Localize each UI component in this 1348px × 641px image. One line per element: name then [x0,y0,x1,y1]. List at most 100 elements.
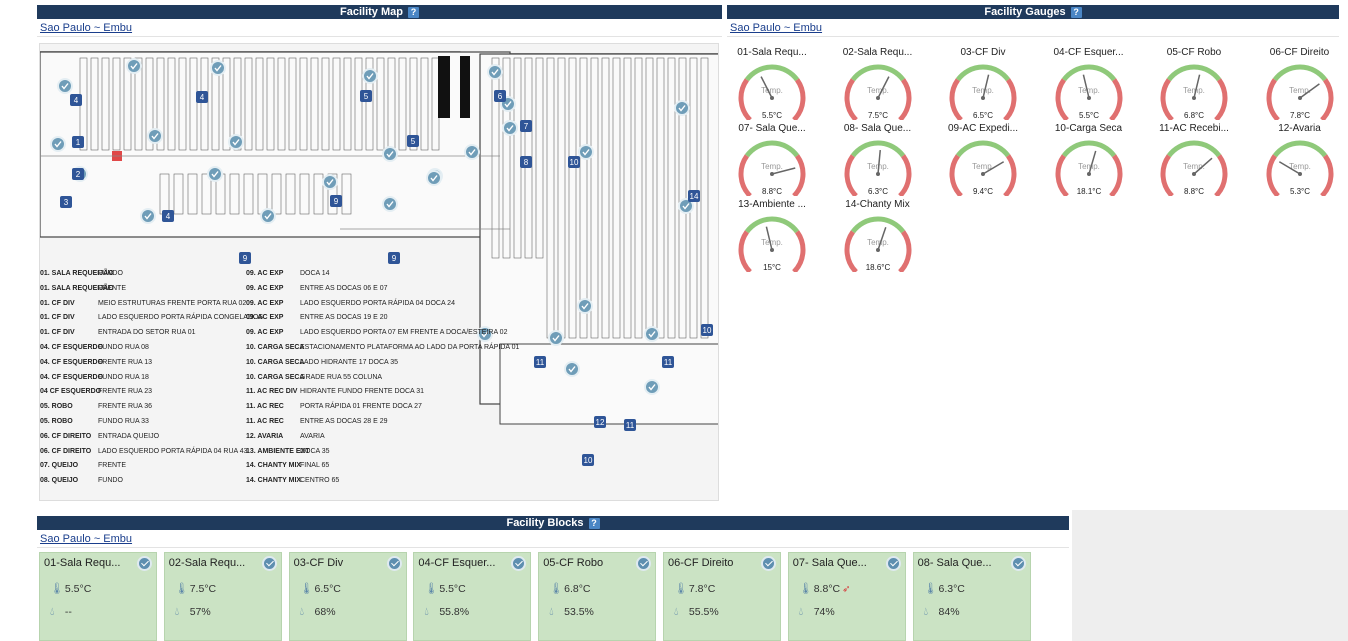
gauge[interactable]: 10-Carga Seca Temp. 18.1°C [1039,123,1139,199]
svg-text:5: 5 [411,137,416,146]
gauge-hub [1086,172,1091,176]
sensor-marker [382,146,398,162]
gauge[interactable]: 08- Sala Que... Temp.6.3°C [828,123,928,199]
gauge-value: 18.1°C [1076,187,1101,196]
legend-row: 01. CF DIV MEIO ESTRUTURAS FRENTE PORTA R… [40,297,263,312]
gauge-hub [1297,96,1302,100]
gauge[interactable]: 05-CF Robo Temp. 6.8°C [1144,47,1244,123]
gauge-value: 5.5°C [762,111,782,120]
gauge[interactable]: 09-AC Expedi... Temp. 9.4°C [933,123,1033,199]
empty-area [1072,510,1348,641]
block-humidity: 💧︎ 74% [799,606,835,619]
facility-gauges-header: Facility Gauges? [727,5,1339,19]
gauge[interactable]: 13-Ambiente ... Temp. 15°C [722,199,822,275]
facility-block[interactable]: 06-CF Direito 🌡︎ 7.8°C 💧︎ 55.5% [663,552,781,641]
gauge[interactable]: 04-CF Esquer... Temp. 5.5°C [1039,47,1139,123]
legend-location: FUNDO [98,270,123,277]
facility-block[interactable]: 04-CF Esquer... 🌡︎ 5.5°C 💧︎ 55.8% [413,552,532,641]
gauge-value: 18.6°C [865,263,890,272]
gauge-title: 02-Sala Requ... [842,47,913,58]
sensor-number-marker: 5 [407,135,419,147]
legend-location: ENTRADA DO SETOR RUA 01 [98,329,196,337]
facility-block[interactable]: 07- Sala Que... 🌡︎ 8.8°C ➶ 💧︎ 74% [787,552,906,641]
help-icon[interactable]: ? [407,6,419,18]
facility-gauges-location-link[interactable]: Sao Paulo ~ Embu [727,19,1339,37]
help-icon[interactable]: ? [588,517,600,529]
status-ok-icon [511,556,527,571]
legend-sensor: 01. CF DIV [40,299,75,307]
legend-location: ENTRE AS DOCAS 06 E 07 [300,284,388,292]
gauge-arc [1319,78,1333,120]
help-icon[interactable]: ? [1070,6,1082,18]
facility-block[interactable]: 08- Sala Que... 🌡︎ 6.3°C 💧︎ 84% [912,552,1031,641]
legend-row: 10. CARGA SECA GRADE RUA 55 COLUNA [246,371,519,386]
gauge[interactable]: 01-Sala Requ... Temp. 5.5°C [722,47,822,123]
status-ok-icon [386,556,402,571]
legend-sensor: 06. CF DIREITO [40,432,92,440]
gauge-arc [897,78,911,120]
legend-location: PORTA RÁPIDA 01 FRENTE DOCA 27 [300,403,422,411]
facility-floor-plan[interactable]: 4 1 2 3 4 4 5 6 7 8 10 9 9 10 11 11 12 11 10 14 5 9 01. SALA … [39,43,719,501]
gauge-arc [1272,140,1327,158]
gauge-title: 10-Carga Seca [1054,123,1123,134]
block-humidity: 💧︎ -- [50,606,72,619]
gauge-arc [1166,64,1222,82]
gauge-value: 9.4°C [973,187,993,196]
facility-block[interactable]: 03-CF Div 🌡︎ 6.5°C 💧︎ 68% [288,552,407,641]
gauge-arc [844,154,858,196]
gauge-dial: Temp. 18.6°C [844,216,911,272]
humidity-value: 74% [813,606,835,618]
legend-row: 04. CF ESQUERDO FUNDO RUA 18 [40,371,263,386]
sensor-number-marker: 12 [594,416,606,428]
facility-block[interactable]: 05-CF Robo 🌡︎ 6.8°C 💧︎ 53.5% [538,552,657,641]
facility-block[interactable]: 02-Sala Requ... 🌡︎ 7.5°C 💧︎ 57% [163,552,282,641]
svg-text:10: 10 [703,326,712,335]
gauge-label: Temp. [1078,162,1100,171]
gauge[interactable]: 11-AC Recebi... Temp. 8.8°C [1144,123,1244,199]
legend-sensor: 04. CF ESQUERDO [40,373,104,381]
legend-sensor: 04. CF ESQUERDO [40,343,104,351]
facility-map-location-link[interactable]: Sao Paulo ~ Embu [37,19,722,37]
thermometer-icon: 🌡︎ [798,583,813,595]
block-temperature: 🌡︎ 5.5°C [424,582,465,595]
legend-location: ENTRADA QUEIJO [98,432,160,440]
facility-blocks-location-link[interactable]: Sao Paulo ~ Embu [37,530,1069,548]
legend-sensor: 09. AC EXP [246,270,284,277]
gauge-arc [850,216,905,234]
gauge-title: 04-CF Esquer... [1053,47,1124,58]
legend-sensor: 07. QUEIJO [40,462,79,470]
sensor-marker [382,196,398,212]
legend-row: 13. AMBIENTE EXT DOCA 35 [246,445,519,460]
gauge-value: 15°C [763,263,781,272]
legend-row: 11. AC REC ENTRE AS DOCAS 28 E 29 [246,415,519,430]
gauge-arc [1108,78,1122,120]
gauge[interactable]: 07- Sala Que... Temp. 8.8°C [722,123,822,199]
humidity-value: 68% [314,606,336,618]
sensor-number-marker: 1 [72,136,84,148]
legend-location: LADO ESQUERDO PORTA 07 EM FRENTE A DOCA/… [300,329,508,337]
gauge-hub [770,96,774,100]
legend-row: 09. AC EXP LADO ESQUERDO PORTA 07 EM FREN… [246,326,519,341]
legend-row: 07. QUEIJO FRENTE [40,459,263,474]
gauge-dial: Temp.6.3°C [844,140,911,196]
facility-block[interactable]: 01-Sala Requ... 🌡︎ 5.5°C 💧︎ -- [39,552,157,641]
thermometer-icon: 🌡︎ [424,583,439,595]
legend-row: 14. CHANTY MIX FINAL 65 [246,459,519,474]
svg-text:10: 10 [584,456,593,465]
gauge-hub [770,248,774,252]
sensor-number-marker: 9 [388,252,400,264]
gauge-title: 01-Sala Requ... [737,47,807,58]
gauge-value: 7.5°C [867,111,887,120]
legend-row: 09. AC EXP ENTRE AS DOCAS 06 E 07 [246,282,519,297]
gauge[interactable]: 12-Avaria Temp. 5.3°C [1250,123,1348,199]
sensor-marker [464,144,480,160]
gauge[interactable]: 02-Sala Requ... Temp. 7.5°C [828,47,928,123]
block-title: 08- Sala Que... [917,557,992,569]
legend-location: FUNDO [98,477,123,485]
gauge[interactable]: 14-Chanty Mix Temp. 18.6°C [828,199,928,275]
legend-sensor: 11. AC REC DIV [246,388,298,396]
legend-location: CENTRO 65 [300,477,340,485]
gauge[interactable]: 03-CF Div Temp. 6.5°C [933,47,1033,123]
temperature-value: 6.3°C [938,583,965,595]
gauge[interactable]: 06-CF Direito Temp. 7.8°C [1250,47,1348,123]
